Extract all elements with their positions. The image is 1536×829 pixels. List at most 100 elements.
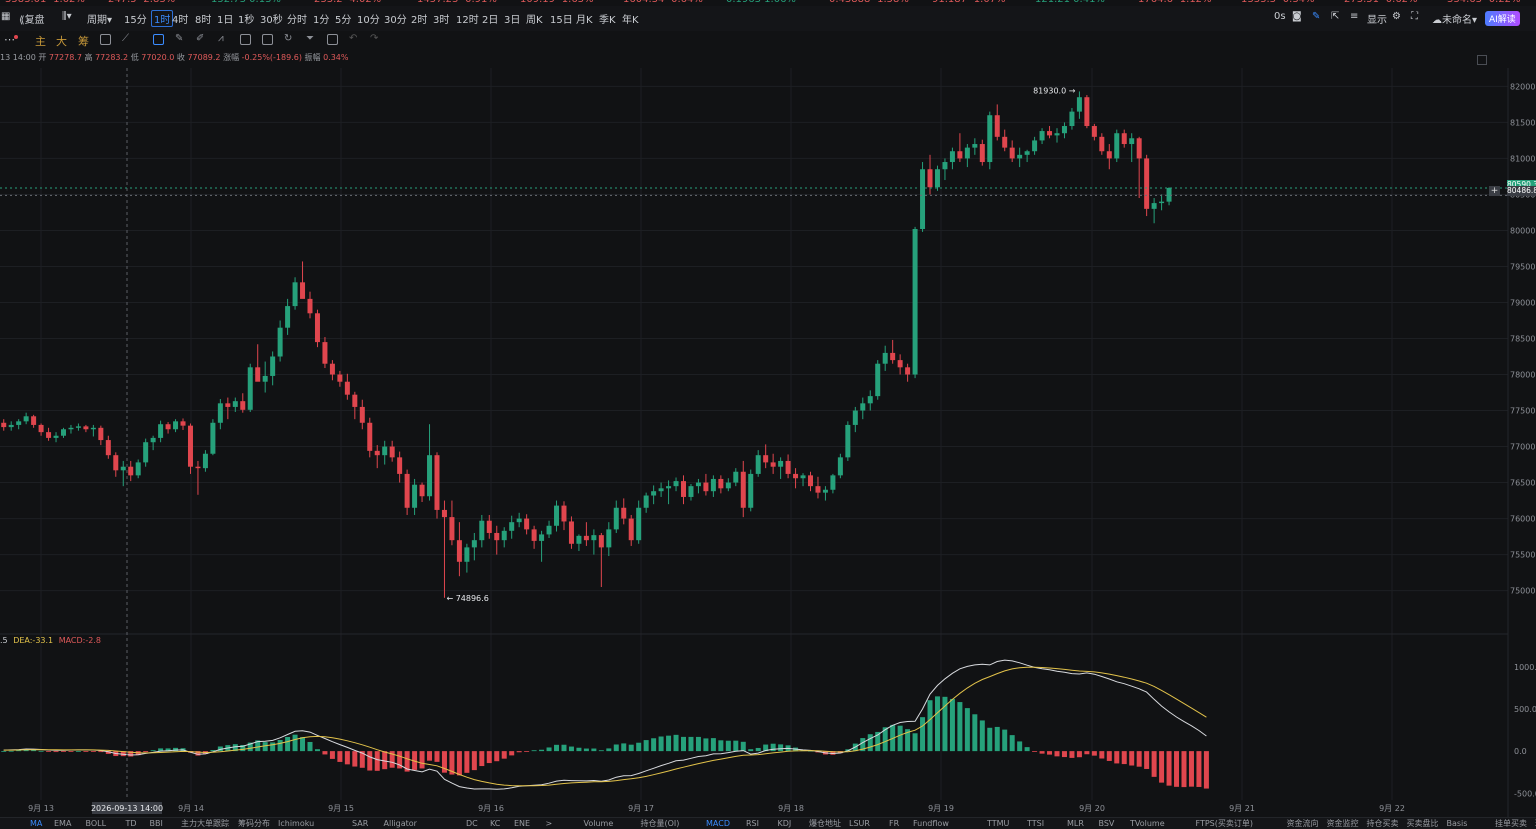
indicator-21[interactable]: FR (889, 818, 899, 829)
macd-bar (636, 742, 642, 752)
candle-body (509, 522, 515, 531)
macd-bar (322, 751, 328, 755)
candle-body (972, 144, 978, 148)
macd-bar (957, 702, 963, 752)
candle-body (591, 535, 597, 541)
dea-line (3, 666, 1207, 787)
macd-bar (1188, 751, 1194, 787)
indicator-1[interactable]: EMA (54, 818, 71, 829)
indicator-12[interactable]: ENE (514, 818, 530, 829)
indicator-26[interactable]: BSV (1099, 818, 1115, 829)
indicator-7[interactable]: Ichimoku (278, 818, 314, 829)
indicator-18[interactable]: KDJ (778, 818, 792, 829)
indicator-20[interactable]: LSUR (849, 818, 870, 829)
price-tick: 77500.0 (1510, 407, 1536, 416)
indicator-32[interactable]: 买卖盘比 (1407, 818, 1439, 829)
macd-bar (1084, 751, 1090, 755)
indicator-8[interactable]: SAR (352, 818, 368, 829)
indicator-27[interactable]: TVolume (1130, 818, 1165, 829)
candle-body (942, 162, 948, 170)
candle-body (1076, 97, 1082, 112)
indicator-11[interactable]: KC (490, 818, 500, 829)
candle-body (890, 352, 896, 361)
macd-bar (1039, 751, 1045, 754)
indicator-9[interactable]: Alligator (384, 818, 417, 829)
candle-body (1032, 140, 1038, 152)
candle-body (1129, 138, 1135, 145)
candle-body (778, 460, 784, 467)
expand-icon[interactable] (1477, 55, 1487, 65)
candle-body (202, 453, 208, 469)
indicator-25[interactable]: MLR (1067, 818, 1084, 829)
time-tick: 9月 20 (1079, 804, 1105, 813)
candle-body (367, 422, 373, 451)
indicator-22[interactable]: Fundflow (913, 818, 949, 829)
candle-body (516, 518, 522, 523)
price-tick: 82000.0 (1510, 82, 1536, 91)
macd-bar (748, 749, 754, 752)
time-tick: 9月 13 (28, 804, 54, 813)
candle-body (681, 481, 687, 497)
indicator-2[interactable]: BOLL (86, 818, 107, 829)
indicator-19[interactable]: 爆仓地址 (809, 818, 841, 829)
time-tick: 9月 17 (628, 804, 654, 813)
indicator-15[interactable]: 持仓量(OI) (641, 818, 680, 829)
candle-body (666, 486, 672, 489)
candle-body (703, 482, 709, 492)
macd-bar (1091, 751, 1097, 756)
macd-bar (718, 740, 724, 752)
indicator-16[interactable]: MACD (706, 818, 730, 829)
indicator-30[interactable]: 资金监控 (1327, 818, 1359, 829)
candle-body (210, 422, 216, 454)
kline-chart[interactable]: 82000.081500.081000.080500.080000.079500… (0, 0, 1536, 817)
indicator-34[interactable]: 挂单买卖 (1495, 818, 1527, 829)
indicator-6[interactable]: 筹码分布 (238, 818, 270, 829)
macd-tick: 500.0 (1514, 705, 1536, 714)
macd-bar (628, 744, 634, 752)
macd-bar (262, 742, 268, 752)
indicator-33[interactable]: Basis (1447, 818, 1468, 829)
indicator-31[interactable]: 持仓买卖 (1367, 818, 1399, 829)
candle-body (255, 367, 261, 382)
candle-body (1166, 187, 1172, 202)
candle-body (105, 440, 111, 456)
candle-body (53, 435, 59, 438)
indicator-4[interactable]: BBI (150, 818, 163, 829)
candle-body (957, 151, 963, 159)
candle-body (531, 529, 537, 541)
macd-bar (613, 744, 619, 752)
indicator-28[interactable]: FTPS(买卖订单) (1196, 818, 1254, 829)
indicator-23[interactable]: TTMU (987, 818, 1009, 829)
candle-body (643, 495, 649, 508)
indicator-17[interactable]: RSI (746, 818, 759, 829)
price-tick: 78000.0 (1510, 371, 1536, 380)
macd-bar (576, 747, 582, 752)
indicator-3[interactable]: TD (126, 818, 137, 829)
candle-body (150, 437, 156, 443)
candle-body (449, 517, 455, 541)
macd-bar (964, 708, 970, 752)
macd-tick: 1000.0 (1514, 663, 1536, 672)
macd-bar (344, 751, 350, 765)
candle-body (673, 481, 679, 487)
add-alert-icon[interactable]: + (1489, 186, 1500, 196)
candle-body (785, 460, 791, 474)
candle-body (456, 540, 462, 562)
macd-bar (494, 751, 500, 762)
macd-bar (949, 698, 955, 752)
time-tick: 9月 16 (478, 804, 504, 813)
candle-body (128, 466, 134, 476)
indicator-24[interactable]: TTSI (1027, 818, 1044, 829)
time-tick: 9月 18 (778, 804, 804, 813)
indicator-29[interactable]: 资金流向 (1287, 818, 1319, 829)
macd-bar (1024, 747, 1030, 752)
indicator-13[interactable]: > (546, 818, 553, 829)
indicator-0[interactable]: MA (30, 818, 42, 829)
indicator-14[interactable]: Volume (584, 818, 614, 829)
indicator-5[interactable]: 主力大单跟踪 (181, 818, 229, 829)
candle-body (598, 535, 604, 548)
indicator-10[interactable]: DC (466, 818, 478, 829)
candle-body (16, 421, 22, 425)
macd-bar (524, 751, 530, 752)
macd-bar (419, 751, 425, 769)
